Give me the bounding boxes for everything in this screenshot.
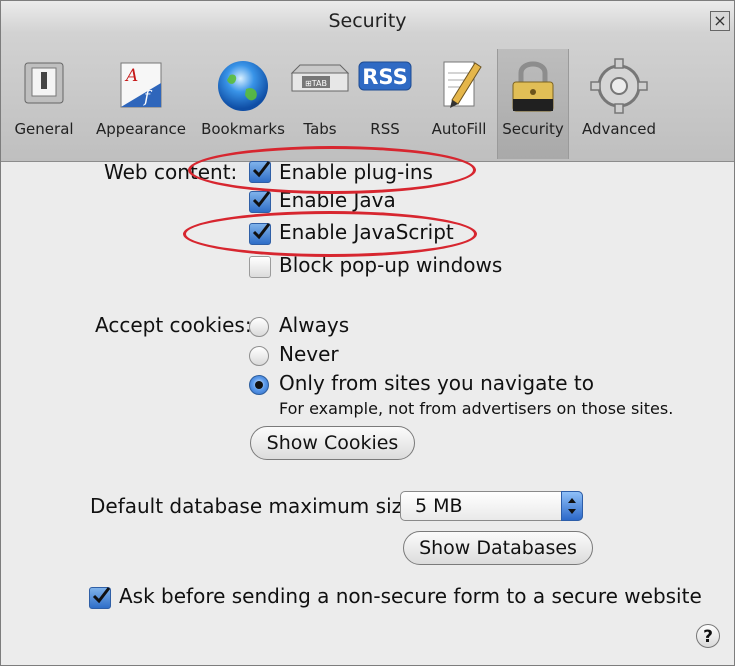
svg-text:A: A	[124, 66, 138, 86]
cookies-never-label: Never	[279, 342, 339, 366]
non-secure-form-warning-checkbox[interactable]	[89, 587, 111, 609]
tabs-icon: ⊞TAB	[290, 64, 350, 92]
plugins-highlight-ellipse	[188, 146, 476, 194]
toolbar-label: Advanced	[581, 120, 657, 138]
toolbar-label: Security	[502, 120, 564, 138]
security-preferences-window: Security × General A f Appearance Bookma…	[0, 0, 735, 666]
block-popups-checkbox[interactable]	[249, 256, 271, 278]
select-stepper-icon	[561, 491, 583, 521]
database-size-value: 5 MB	[415, 495, 463, 517]
non-secure-form-warning-label: Ask before sending a non-secure form to …	[119, 584, 702, 608]
toolbar-item-rss[interactable]: RSS RSS	[349, 49, 421, 159]
checkmark-icon	[252, 191, 271, 208]
toolbar-item-security[interactable]: Security	[497, 49, 569, 159]
toolbar-label: RSS	[370, 120, 400, 138]
database-size-select[interactable]: 5 MB	[400, 491, 583, 521]
toolbar-label: Bookmarks	[201, 120, 285, 138]
toolbar-label: AutoFill	[431, 120, 487, 138]
database-size-label: Default database maximum size:	[90, 494, 422, 518]
javascript-highlight-ellipse	[183, 211, 477, 257]
toolbar-label: Appearance	[95, 120, 187, 138]
show-databases-button[interactable]: Show Databases	[403, 531, 593, 565]
cookies-always-label: Always	[279, 313, 350, 337]
window-title: Security	[328, 10, 407, 32]
toolbar-item-bookmarks[interactable]: Bookmarks	[195, 49, 291, 159]
gear-icon	[590, 58, 648, 114]
toolbar-label: Tabs	[303, 120, 337, 138]
svg-text:⊞TAB: ⊞TAB	[305, 79, 327, 88]
cookies-always-radio[interactable]	[249, 317, 269, 337]
cookies-only-navigated-radio[interactable]	[249, 375, 269, 395]
title-bar: Security × General A f Appearance Bookma…	[1, 1, 734, 162]
cookies-example-note: For example, not from advertisers on tho…	[279, 399, 674, 418]
accept-cookies-label: Accept cookies:	[95, 313, 252, 337]
toolbar-item-general[interactable]: General	[1, 49, 87, 159]
enable-java-checkbox[interactable]	[249, 191, 271, 213]
autofill-pencil-icon	[443, 61, 482, 108]
toolbar-label: General	[14, 120, 74, 138]
toolbar-item-appearance[interactable]: A f Appearance	[87, 49, 195, 159]
toolbar-item-advanced[interactable]: Advanced	[567, 49, 671, 159]
checkmark-icon	[92, 587, 111, 604]
general-switch-icon	[24, 62, 64, 104]
lock-icon	[512, 61, 554, 112]
appearance-font-icon: A f	[120, 62, 162, 108]
show-cookies-button[interactable]: Show Cookies	[250, 426, 415, 460]
close-button[interactable]: ×	[710, 11, 730, 31]
cookies-never-radio[interactable]	[249, 346, 269, 366]
help-button[interactable]: ?	[696, 624, 720, 648]
globe-icon	[218, 61, 268, 111]
toolbar-item-tabs[interactable]: ⊞TAB Tabs	[290, 49, 350, 159]
rss-icon-text: RSS	[362, 65, 408, 89]
cookies-only-navigated-label: Only from sites you navigate to	[279, 371, 594, 395]
toolbar-item-autofill[interactable]: AutoFill	[421, 49, 497, 159]
